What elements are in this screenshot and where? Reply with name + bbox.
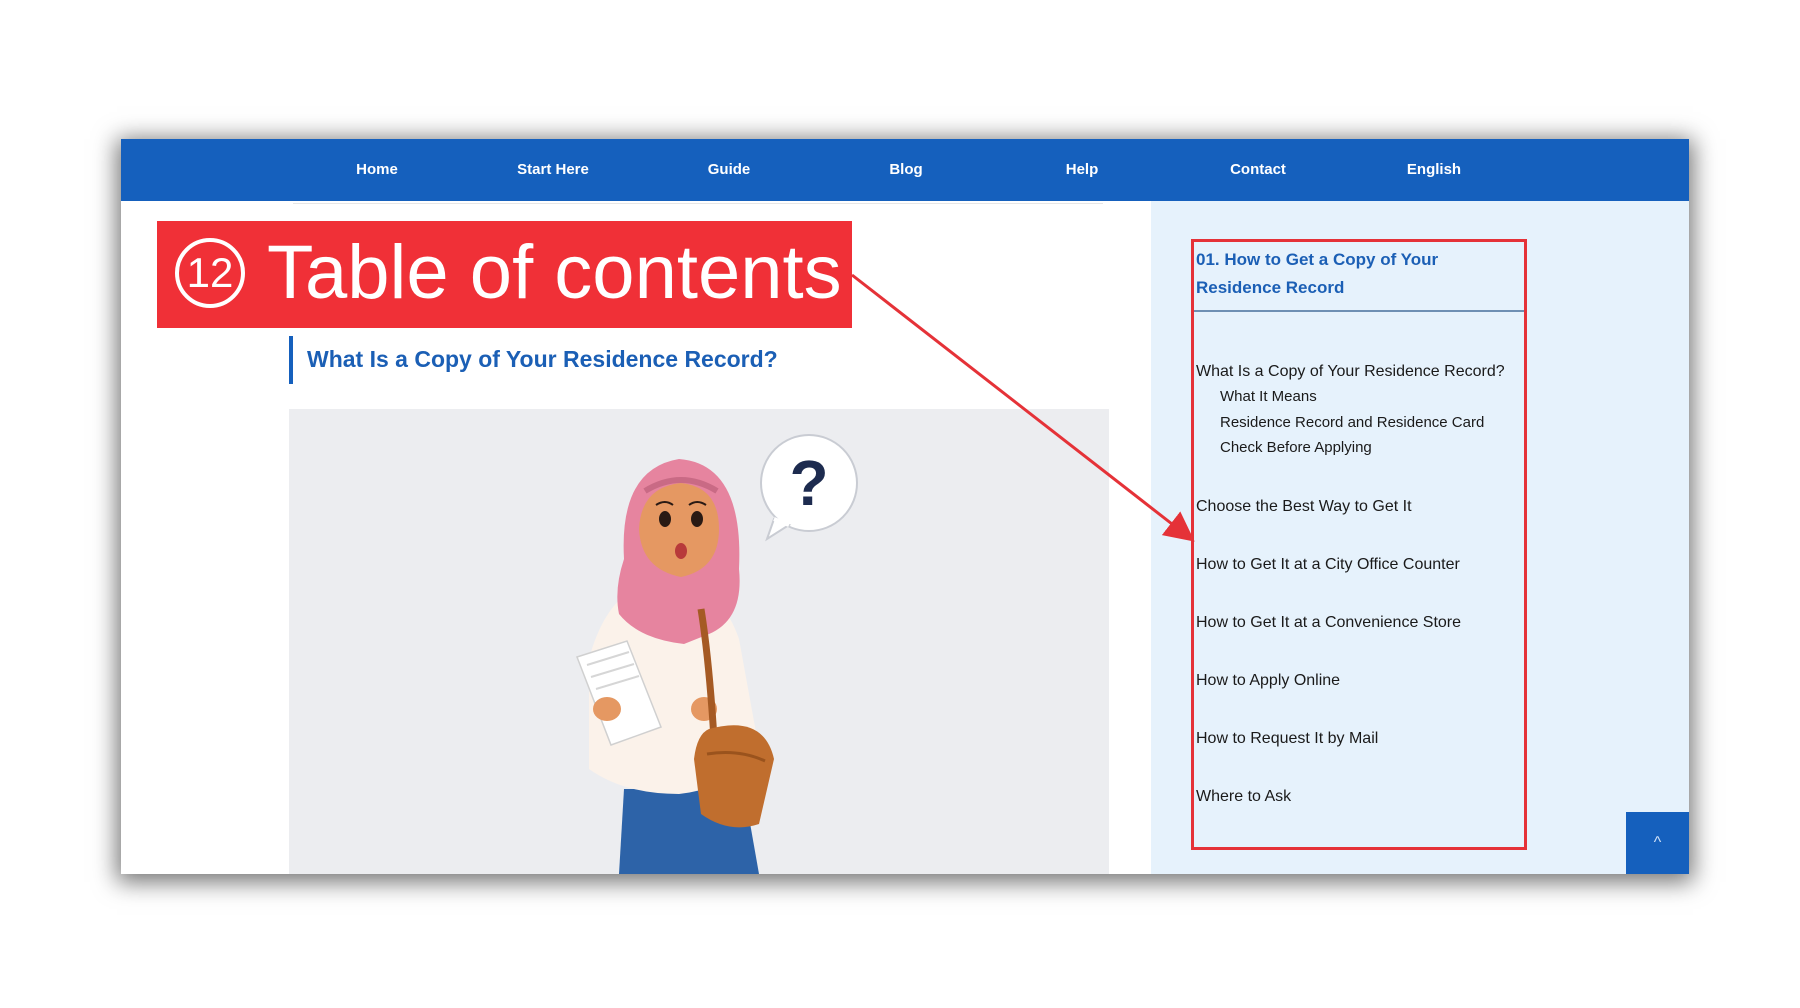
annotation-arrow-icon (851, 273, 1195, 542)
